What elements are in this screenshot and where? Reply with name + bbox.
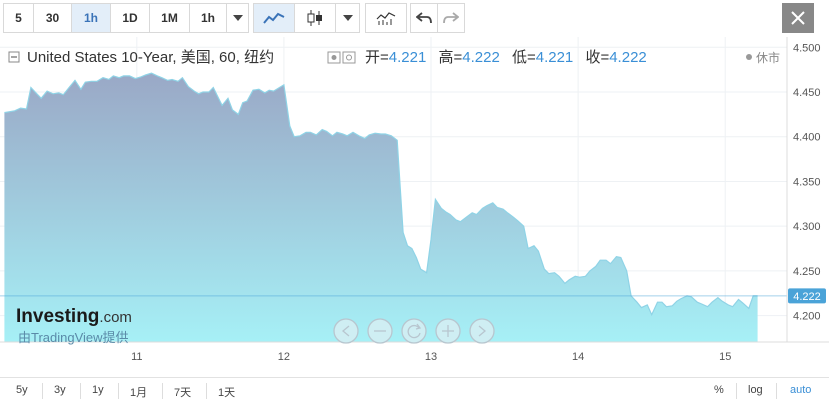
chart-type-dropdown-toggle[interactable] [335,3,360,33]
toolbar: 5 30 1h 1D 1M 1h [0,0,829,37]
range-3y-button[interactable]: 3y [50,382,70,398]
last-price-tag: 4.222 [788,288,826,304]
open-label: 开= [365,49,389,66]
candlestick-chart-button[interactable] [294,3,336,33]
scroll-left-button[interactable] [333,318,359,344]
interval-dropdown-button[interactable]: 1h [189,3,227,33]
x-tick-label: 13 [425,351,437,363]
zoom-out-button[interactable] [367,318,393,344]
brand-name: Investing [16,306,99,327]
zoom-in-button[interactable] [435,318,461,344]
y-tick-label: 4.200 [793,311,821,323]
interval-5-button[interactable]: 5 [3,3,34,33]
x-tick-label: 15 [719,351,731,363]
divider [776,383,777,399]
percent-toggle[interactable]: % [710,382,728,398]
range-1y-button[interactable]: 1y [88,382,108,398]
open-value: 4.221 [389,49,427,66]
x-tick-label: 14 [572,351,584,363]
x-tick-label: 11 [131,351,142,363]
interval-1m-button[interactable]: 1M [149,3,190,33]
undo-icon [416,12,432,24]
close-button[interactable] [782,3,814,33]
redo-icon [443,12,459,24]
area-chart-button[interactable] [253,3,295,33]
price-axis: 4.500 4.450 4.400 4.350 4.300 4.250 4.200 [793,42,821,322]
interval-1h-button[interactable]: 1h [71,3,111,33]
low-value: 4.221 [536,49,574,66]
market-status-dot [746,54,752,60]
interval-dropdown-toggle[interactable] [226,3,249,33]
high-value: 4.222 [462,49,500,66]
y-tick-label: 4.450 [793,87,821,99]
caret-down-icon [342,15,353,21]
caret-down-icon [232,15,243,21]
divider [206,383,207,399]
candlestick-icon [307,10,322,26]
indicators-button[interactable] [365,3,407,33]
y-tick-label: 4.500 [793,42,821,54]
last-price-label: 4.222 [793,291,821,303]
y-tick-label: 4.250 [793,266,821,278]
x-tick-label: 12 [278,351,290,363]
scroll-right-button[interactable] [469,318,495,344]
divider [80,383,81,399]
high-label: 高= [438,49,462,66]
divider [736,383,737,399]
divider [118,383,119,399]
range-7d-button[interactable]: 7天 [170,382,195,402]
market-status: 休市 [756,50,780,65]
y-tick-label: 4.350 [793,176,821,188]
investing-watermark: Investing.com 由TradingView提供 [16,306,132,345]
range-1m-button[interactable]: 1月 [126,382,151,402]
provided-by: 由TradingView提供 [18,330,129,345]
divider [162,383,163,399]
log-toggle[interactable]: log [744,382,767,398]
close-label: 收= [585,49,609,66]
time-axis: 11 12 13 14 15 [131,351,731,363]
interval-30-button[interactable]: 30 [33,3,72,33]
range-1d-button[interactable]: 1天 [214,382,239,402]
close-value: 4.222 [609,49,647,66]
redo-button[interactable] [437,3,465,33]
area-chart-icon [263,12,285,24]
settings-icon[interactable] [342,51,356,64]
close-icon [791,11,805,25]
indicators-icon [376,12,396,25]
price-area [4,73,758,342]
undo-button[interactable] [410,3,438,33]
ohlc-values: 开=4.221 高=4.222 低=4.221 收=4.222 [365,49,647,66]
y-tick-label: 4.400 [793,132,821,144]
eye-pupil-icon [331,55,337,60]
low-label: 低= [512,49,536,66]
legend-title: United States 10-Year, 美国, 60, 纽约 [27,49,274,66]
price-chart[interactable]: 4.500 4.450 4.400 4.350 4.300 4.250 4.200 11 12… [0,37,829,377]
chart-legend: United States 10-Year, 美国, 60, 纽约 开=4.22… [8,49,780,66]
range-bar: 5y 3y 1y 1月 7天 1天 % log auto [0,377,829,404]
auto-scale-toggle[interactable]: auto [786,382,815,398]
chart-area: 4.500 4.450 4.400 4.350 4.300 4.250 4.200 11 12… [0,37,829,377]
brand-suffix: .com [99,309,132,326]
interval-1d-button[interactable]: 1D [110,3,150,33]
divider [42,383,43,399]
reset-button[interactable] [401,318,427,344]
svg-text:Investing.com: Investing.com [16,306,132,327]
y-tick-label: 4.300 [793,221,821,233]
range-5y-button[interactable]: 5y [12,382,32,398]
